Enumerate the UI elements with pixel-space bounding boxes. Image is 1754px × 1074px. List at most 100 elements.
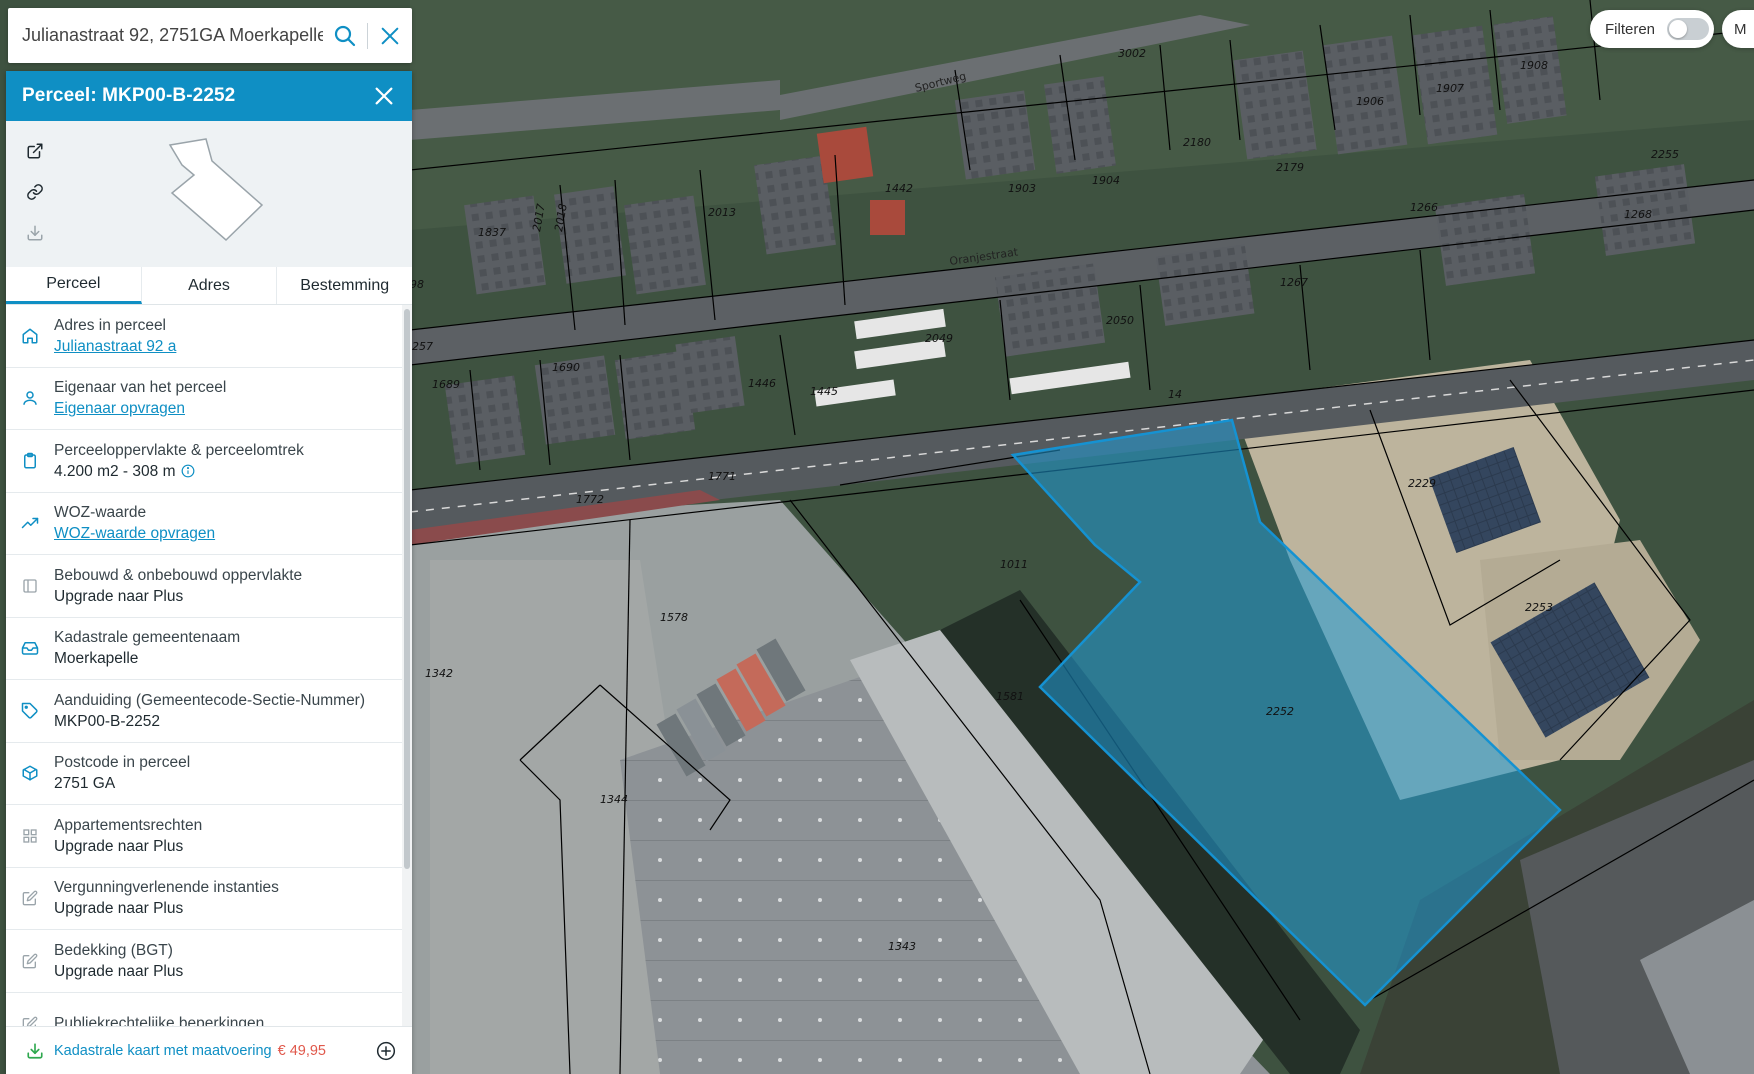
- search-bar: [8, 8, 412, 63]
- open-external-button[interactable]: [19, 135, 51, 167]
- parcel-panel: Perceel: MKP00-B-2252 Perceel Adres Best…: [6, 71, 412, 1074]
- plot-number: 3002: [1118, 47, 1146, 60]
- plot-number: 1906: [1356, 95, 1384, 108]
- plot-number: 1908: [1520, 59, 1548, 72]
- list-item: Postcode in perceel 2751 GA: [6, 743, 402, 805]
- close-panel-button[interactable]: [370, 82, 398, 110]
- copy-link-button[interactable]: [19, 176, 51, 208]
- toggle-knob: [1669, 20, 1688, 38]
- plot-number: 1903: [1008, 182, 1036, 195]
- filter-toggle[interactable]: [1667, 18, 1710, 40]
- add-to-cart-button[interactable]: [374, 1039, 398, 1063]
- panel-tabs: Perceel Adres Bestemming: [6, 267, 412, 305]
- product-price: € 49,95: [277, 1042, 326, 1059]
- plot-number: 1267: [1280, 276, 1308, 289]
- municipality-value: Moerkapelle: [54, 650, 139, 668]
- plot-number: 2013: [708, 206, 736, 219]
- parcel-shape-thumbnail: [168, 138, 264, 242]
- upgrade-text: Upgrade naar Plus: [54, 900, 184, 918]
- plot-number: 14: [1168, 388, 1182, 401]
- plot-number: 2180: [1183, 136, 1211, 149]
- inbox-icon: [21, 642, 39, 655]
- plot-number: 1342: [425, 667, 453, 680]
- link-icon: [27, 184, 43, 200]
- tab-bestemming[interactable]: Bestemming: [277, 267, 412, 304]
- plot-number: 2050: [1106, 314, 1134, 327]
- cadastral-map-order[interactable]: Kadastrale kaart met maatvoering € 49,95: [6, 1026, 412, 1074]
- clear-search-button[interactable]: [368, 8, 412, 63]
- home-icon: [22, 328, 38, 344]
- list-item: Aanduiding (Gemeentecode-Sectie-Nummer) …: [6, 680, 402, 743]
- plot-number: 2179: [1276, 161, 1304, 174]
- plot-number: 98: [410, 278, 424, 291]
- close-icon: [381, 27, 399, 44]
- plot-number: 1771: [708, 470, 736, 483]
- tab-perceel[interactable]: Perceel: [6, 267, 142, 304]
- plus-circle-icon: [376, 1041, 396, 1060]
- upgrade-text: Upgrade naar Plus: [54, 837, 184, 855]
- plot-number: 1442: [885, 182, 913, 195]
- list-item: Vergunningverlenende instanties Upgrade …: [6, 868, 402, 930]
- filter-label: Filteren: [1605, 20, 1656, 38]
- download-icon: [27, 225, 43, 241]
- postcode-value: 2751 GA: [54, 775, 116, 793]
- plot-number: 2229: [1408, 477, 1436, 490]
- row-label: WOZ-waarde: [54, 504, 147, 522]
- user-icon: [23, 391, 37, 406]
- address-link[interactable]: Julianastraat 92 a: [54, 336, 402, 357]
- download-icon: [27, 1042, 43, 1059]
- plot-number: 1343: [888, 940, 916, 953]
- row-label: Bebouwd & onbebouwd oppervlakte: [54, 566, 303, 584]
- grid-icon: [23, 829, 37, 843]
- parcel-preview: [6, 121, 412, 267]
- layout-icon: [23, 579, 37, 593]
- plot-number: 1344: [600, 793, 628, 806]
- request-owner-link[interactable]: Eigenaar opvragen: [54, 398, 402, 419]
- search-button[interactable]: [323, 8, 367, 63]
- plot-number: 1268: [1624, 208, 1652, 221]
- row-label: Bedekking (BGT): [54, 941, 173, 959]
- row-label: Adres in perceel: [54, 316, 167, 334]
- plot-number: 1011: [1000, 558, 1028, 571]
- parcel-info-list: Adres in perceel Julianastraat 92 a Eige…: [6, 305, 412, 1026]
- row-label: Kadastrale gemeentenaam: [54, 629, 241, 647]
- external-link-icon: [27, 143, 43, 159]
- scrollbar[interactable]: [402, 305, 412, 1026]
- edit-icon: [22, 953, 38, 969]
- close-icon: [375, 87, 393, 105]
- row-label: Appartementsrechten: [54, 816, 203, 834]
- plot-number: 1690: [552, 361, 580, 374]
- plot-number: 1907: [1436, 82, 1464, 95]
- row-label: Vergunningverlenende instanties: [54, 879, 279, 897]
- download-button[interactable]: [19, 217, 51, 249]
- list-item: WOZ-waarde WOZ-waarde opvragen: [6, 493, 402, 555]
- edit-icon: [22, 890, 38, 906]
- area-perimeter-value: 4.200 m2 - 308 m: [54, 462, 176, 480]
- info-icon[interactable]: [181, 464, 195, 478]
- tab-adres[interactable]: Adres: [142, 267, 278, 304]
- clipboard-icon: [24, 452, 36, 469]
- plot-number: 1772: [576, 493, 604, 506]
- parcel-designation-value: MKP00-B-2252: [54, 712, 160, 730]
- address-search-input[interactable]: [8, 8, 323, 63]
- list-item: Kadastrale gemeentenaam Moerkapelle: [6, 618, 402, 680]
- plot-number: 1904: [1092, 174, 1120, 187]
- request-woz-link[interactable]: WOZ-waarde opvragen: [54, 523, 402, 544]
- plot-number: 257: [412, 340, 433, 353]
- plot-number: 1446: [748, 377, 776, 390]
- list-item: Bedekking (BGT) Upgrade naar Plus: [6, 930, 402, 993]
- scrollbar-thumb[interactable]: [404, 309, 410, 869]
- map-option-chip[interactable]: M: [1722, 10, 1754, 48]
- tag-icon: [21, 702, 38, 719]
- row-label: Publiekrechtelijke beperkingen: [54, 1015, 265, 1026]
- panel-header: Perceel: MKP00-B-2252: [6, 71, 412, 121]
- list-item: Adres in perceel Julianastraat 92 a: [6, 305, 402, 368]
- plot-number: 2049: [925, 332, 953, 345]
- row-label: Aanduiding (Gemeentecode-Sectie-Nummer): [54, 691, 366, 709]
- package-icon: [22, 765, 38, 781]
- product-label[interactable]: Kadastrale kaart met maatvoering: [54, 1043, 272, 1059]
- plot-number: 2252: [1266, 705, 1294, 718]
- list-item: Eigenaar van het perceel Eigenaar opvrag…: [6, 368, 402, 430]
- plot-number: 1689: [432, 378, 460, 391]
- plot-number: 1578: [660, 611, 688, 624]
